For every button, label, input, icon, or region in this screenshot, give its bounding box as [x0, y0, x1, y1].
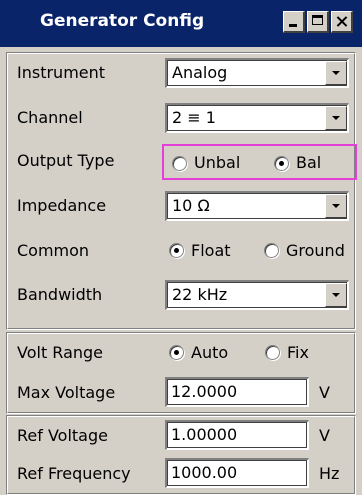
volt-range-auto-radio[interactable]	[169, 345, 184, 360]
instrument-row: Instrument Analog	[7, 53, 355, 93]
output-type-bal-radio[interactable]	[274, 156, 289, 171]
bandwidth-select[interactable]: 22 kHz	[165, 280, 349, 310]
impedance-select[interactable]: 10 Ω	[165, 191, 349, 221]
impedance-row: Impedance 10 Ω	[7, 186, 355, 226]
max-voltage-unit: V	[319, 383, 330, 402]
common-ground-radio[interactable]	[264, 243, 279, 258]
output-type-unbal-radio[interactable]	[172, 156, 187, 171]
output-type-label: Output Type	[17, 151, 115, 170]
ref-frequency-row: Ref Frequency 1000.00 Hz	[7, 454, 355, 494]
volt-range-fix-label[interactable]: Fix	[287, 333, 309, 373]
volt-range-fix-radio[interactable]	[265, 345, 280, 360]
minimize-icon[interactable]	[283, 11, 305, 33]
close-icon[interactable]	[331, 11, 353, 33]
ref-voltage-label: Ref Voltage	[17, 426, 108, 445]
maximize-icon[interactable]	[307, 11, 329, 33]
common-label: Common	[17, 241, 90, 260]
channel-label: Channel	[17, 108, 83, 127]
volt-range-label: Volt Range	[17, 343, 104, 362]
chevron-down-icon[interactable]	[325, 61, 347, 85]
signal-settings-group: Instrument Analog Channel 2 ≡ 1 Output T…	[6, 52, 357, 330]
max-voltage-value: 12.0000	[171, 382, 238, 401]
output-type-unbal-label[interactable]: Unbal	[194, 146, 240, 180]
common-float-radio[interactable]	[169, 243, 184, 258]
ref-voltage-input[interactable]: 1.00000	[165, 420, 309, 450]
bandwidth-row: Bandwidth 22 kHz	[7, 275, 355, 315]
instrument-label: Instrument	[17, 63, 106, 82]
reference-group: Ref Voltage 1.00000 V Ref Frequency 1000…	[6, 415, 356, 495]
bandwidth-label: Bandwidth	[17, 285, 103, 304]
volt-range-auto-label[interactable]: Auto	[191, 333, 228, 373]
common-float-label[interactable]: Float	[191, 231, 231, 271]
ref-voltage-row: Ref Voltage 1.00000 V	[7, 416, 355, 456]
max-voltage-label: Max Voltage	[17, 383, 116, 402]
voltage-range-group: Volt Range Auto Fix Max Voltage 12.0000 …	[6, 332, 356, 414]
chevron-down-icon[interactable]	[325, 194, 347, 218]
output-type-row: Output Type Unbal Bal	[7, 141, 357, 181]
bandwidth-value: 22 kHz	[172, 285, 228, 304]
generator-config-window: Generator Config Instrument Analog Chann…	[0, 0, 362, 495]
impedance-label: Impedance	[17, 196, 107, 215]
common-row: Common Float Ground	[7, 231, 355, 271]
ref-frequency-input[interactable]: 1000.00	[165, 458, 309, 488]
title-bar[interactable]: Generator Config	[0, 0, 362, 47]
common-ground-label[interactable]: Ground	[286, 231, 345, 271]
output-type-radio-group: Unbal Bal	[162, 144, 357, 180]
channel-value: 2 ≡ 1	[172, 108, 216, 127]
ref-frequency-value: 1000.00	[171, 463, 238, 482]
ref-frequency-unit: Hz	[319, 464, 340, 483]
max-voltage-input[interactable]: 12.0000	[165, 377, 309, 407]
volt-range-row: Volt Range Auto Fix	[7, 333, 355, 373]
instrument-select[interactable]: Analog	[165, 58, 349, 88]
ref-voltage-value: 1.00000	[171, 425, 238, 444]
channel-row: Channel 2 ≡ 1	[7, 98, 355, 138]
max-voltage-row: Max Voltage 12.0000 V	[7, 373, 355, 413]
ref-voltage-unit: V	[319, 426, 330, 445]
channel-select[interactable]: 2 ≡ 1	[165, 103, 349, 133]
chevron-down-icon[interactable]	[325, 283, 347, 307]
instrument-value: Analog	[172, 63, 228, 82]
window-title: Generator Config	[40, 11, 205, 31]
ref-frequency-label: Ref Frequency	[17, 464, 131, 483]
impedance-value: 10 Ω	[172, 196, 210, 215]
chevron-down-icon[interactable]	[325, 106, 347, 130]
output-type-bal-label[interactable]: Bal	[296, 146, 321, 180]
